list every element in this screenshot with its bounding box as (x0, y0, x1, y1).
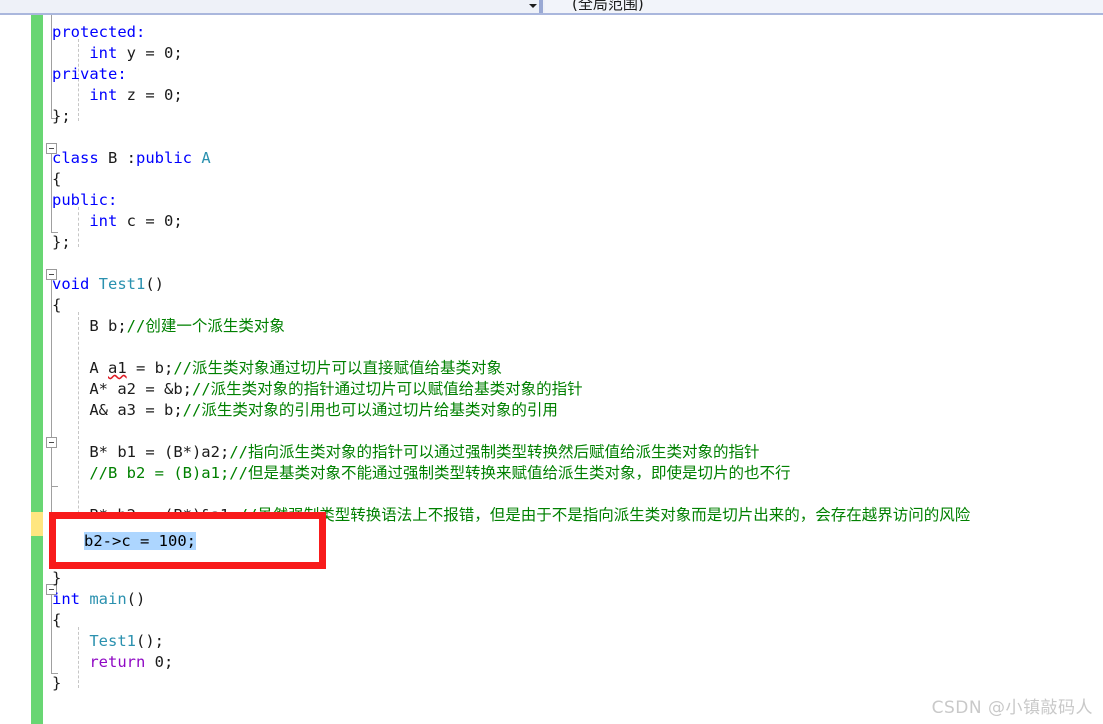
code-token: B* b1 = (B*)a2; (52, 443, 230, 461)
navbar-divider (539, 0, 543, 13)
red-annotation-box: b2->c = 100; (49, 512, 326, 569)
code-line[interactable]: }; (52, 106, 71, 127)
code-token: int (89, 44, 118, 62)
code-token: A (52, 359, 108, 377)
code-line[interactable]: A& a3 = b;//派生类对象的引用也可以通过切片给基类对象的引用 (52, 400, 558, 421)
code-token: ; (173, 44, 183, 62)
code-token: Test1 (89, 632, 136, 650)
code-token: 0 (164, 86, 174, 104)
code-token: //创建一个派生类对象 (126, 317, 285, 335)
code-token: 0 (164, 44, 174, 62)
code-token: ; (173, 212, 183, 230)
code-token: ; (173, 86, 183, 104)
code-token: () (145, 275, 165, 293)
code-line[interactable]: }; (52, 232, 71, 253)
code-line[interactable]: } (52, 568, 61, 589)
code-token: = b; (126, 359, 174, 377)
code-token: //B b2 = (B)a1;//但是基类对象不能通过强制类型转换来赋值给派生类… (52, 464, 791, 482)
code-token: int (89, 86, 118, 104)
code-line[interactable]: { (52, 610, 61, 631)
code-line[interactable]: B b;//创建一个派生类对象 (52, 316, 285, 337)
code-token: } (52, 674, 62, 692)
code-token: { (52, 296, 62, 314)
code-token: ; (164, 653, 174, 671)
code-token: a1 (108, 359, 127, 377)
code-token: //指向派生类对象的指针可以通过强制类型转换然后赋值给派生类对象的指针 (229, 443, 760, 461)
code-token: //虽然强制类型转换语法上不报错，但是由于不是指向派生类对象而是切片出来的，会存… (238, 506, 971, 524)
code-token: public: (52, 191, 118, 209)
code-line[interactable]: A* a2 = &b;//派生类对象的指针通过切片可以赋值给基类对象的指针 (52, 379, 583, 400)
code-token: A* a2 = &b; (52, 380, 192, 398)
code-token: { (52, 611, 62, 629)
code-line[interactable]: class B :public A (52, 148, 211, 169)
code-token: //派生类对象的引用也可以通过切片给基类对象的引用 (182, 401, 558, 419)
code-token: public (136, 149, 193, 167)
code-line[interactable]: return 0; (52, 652, 173, 673)
code-line[interactable]: int y = 0; (52, 43, 183, 64)
code-line[interactable]: } (52, 673, 61, 694)
code-token: return (89, 653, 146, 671)
code-line[interactable]: Test1(); (52, 631, 164, 652)
code-token: 0 (164, 212, 174, 230)
code-token: z = (117, 86, 164, 104)
code-line[interactable]: protected: (52, 22, 145, 43)
code-token: int (89, 212, 118, 230)
code-token: Test1 (98, 275, 146, 293)
code-token: //派生类对象通过切片可以直接赋值给基类对象 (173, 359, 503, 377)
code-token: }; (52, 233, 71, 251)
code-token: } (52, 569, 62, 587)
code-token: A (201, 149, 211, 167)
code-token: 0 (154, 653, 165, 671)
code-token: B (98, 149, 127, 167)
code-line[interactable]: { (52, 169, 61, 190)
code-token: main (89, 590, 127, 608)
csdn-watermark: CSDN @小镇敲码人 (931, 698, 1093, 718)
code-token: B b; (52, 317, 127, 335)
chevron-down-icon[interactable] (529, 4, 537, 8)
code-line[interactable]: void Test1() (52, 274, 164, 295)
code-token: (); (136, 632, 164, 650)
navigation-bar (0, 0, 1103, 15)
code-line[interactable]: int c = 0; (52, 211, 183, 232)
code-line[interactable]: public: (52, 190, 117, 211)
code-token: protected: (52, 23, 146, 41)
scope-dropdown-label: (全局范围) (572, 0, 644, 13)
code-line[interactable]: //B b2 = (B)a1;//但是基类对象不能通过强制类型转换来赋值给派生类… (52, 463, 790, 484)
code-token: //派生类对象的指针通过切片可以赋值给基类对象的指针 (191, 380, 583, 398)
code-text-area[interactable]: protected: int y = 0; private: int z = 0;… (0, 15, 1103, 724)
code-line[interactable]: private: (52, 64, 127, 85)
code-token: }; (52, 107, 71, 125)
scope-dropdown[interactable] (0, 0, 540, 13)
annotated-code-line: b2->c = 100; (84, 531, 196, 552)
code-token: A& a3 = b; (52, 401, 183, 419)
code-line[interactable]: B* b1 = (B*)a2;//指向派生类对象的指针可以通过强制类型转换然后赋… (52, 442, 759, 463)
code-token: void (52, 275, 90, 293)
editor-window: (全局范围) protected: int y = 0; private: in… (0, 0, 1103, 724)
code-token: { (52, 170, 62, 188)
code-token: y = (117, 44, 164, 62)
code-line[interactable]: int main() (52, 589, 145, 610)
code-token: c = (117, 212, 164, 230)
code-token: private: (52, 65, 127, 83)
code-token: () (126, 590, 146, 608)
selected-text[interactable]: b2->c = 100; (84, 532, 196, 550)
code-token: int (52, 590, 80, 608)
code-line[interactable]: int z = 0; (52, 85, 183, 106)
code-token: : (126, 149, 137, 167)
code-line[interactable]: { (52, 295, 61, 316)
code-line[interactable]: A a1 = b;//派生类对象通过切片可以直接赋值给基类对象 (52, 358, 502, 379)
code-token: class (52, 149, 99, 167)
